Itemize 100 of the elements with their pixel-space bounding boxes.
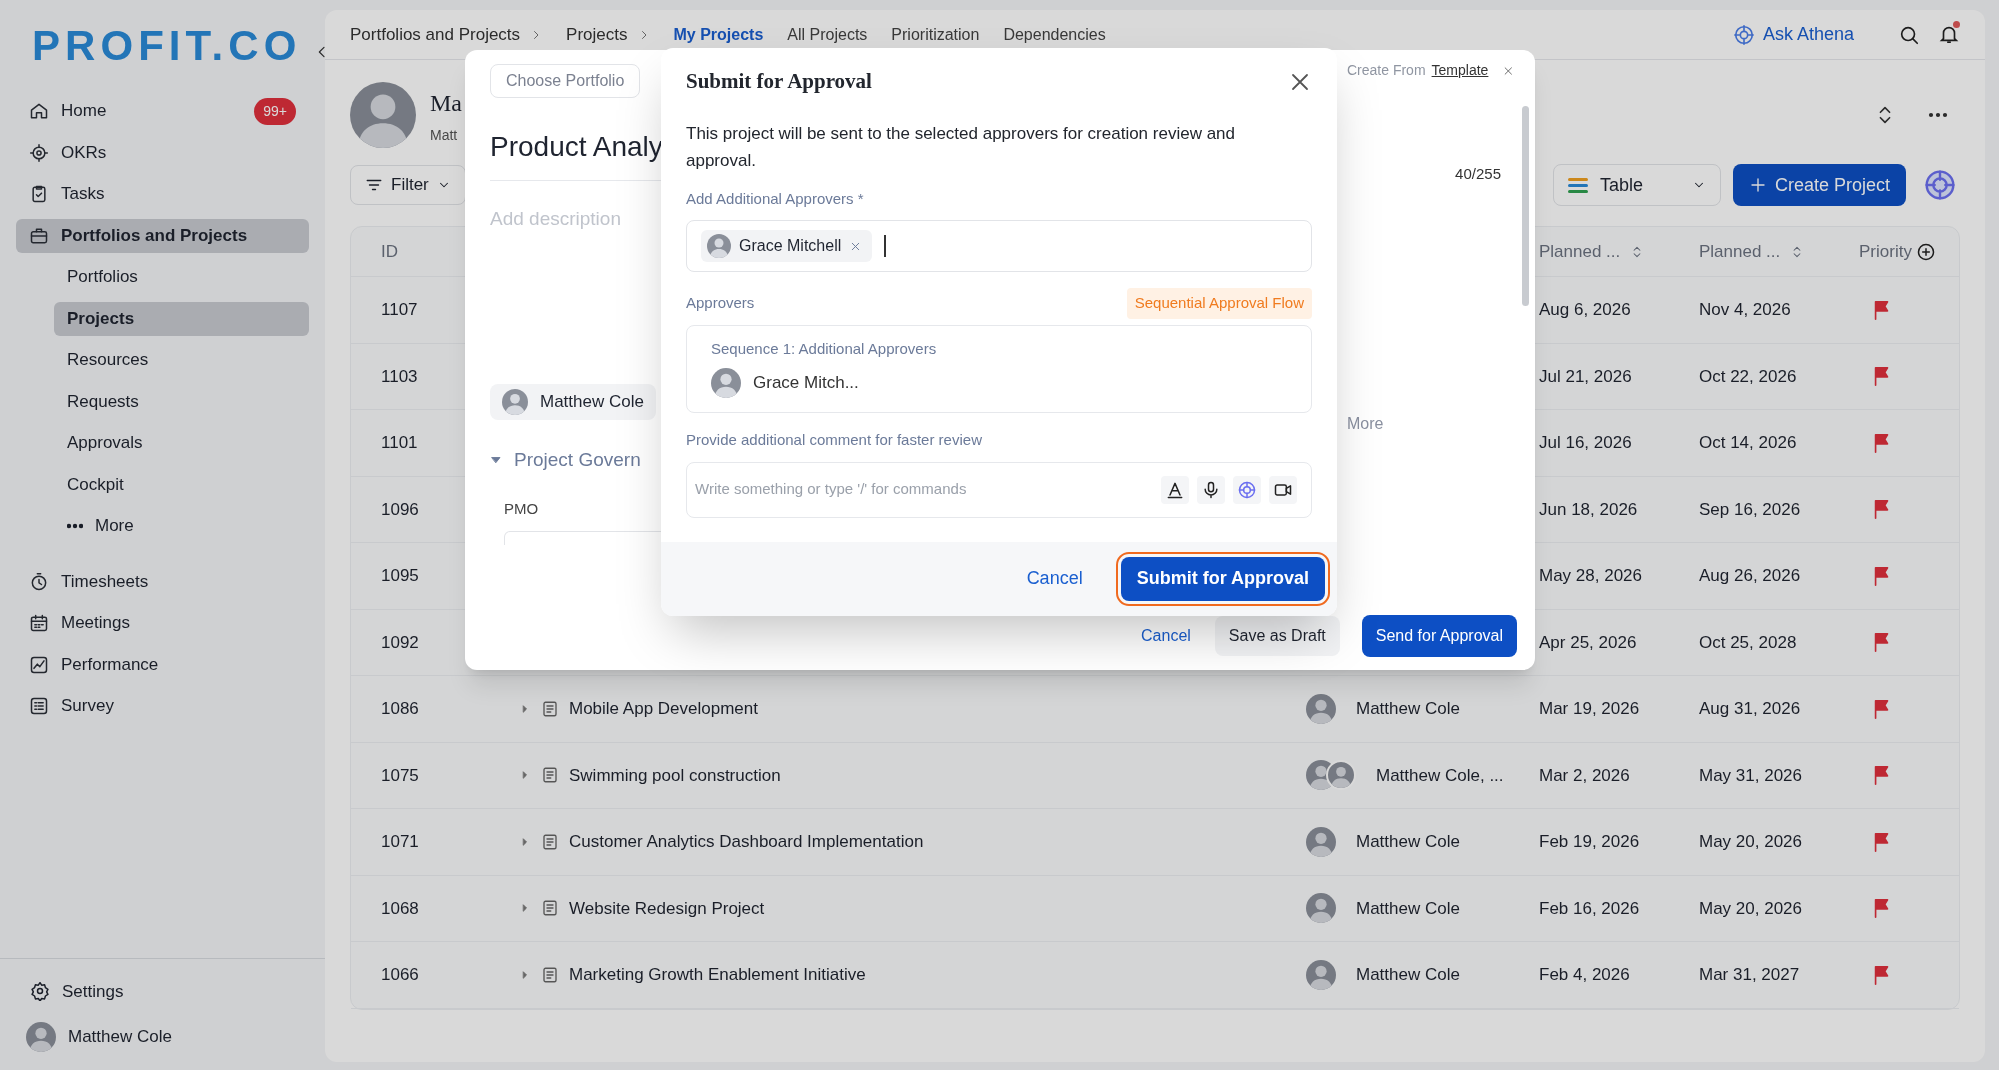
section-header[interactable]: Project Govern bbox=[490, 445, 641, 474]
user-profile[interactable]: Matthew Cole bbox=[26, 1022, 295, 1052]
field-label: Provide additional comment for faster review bbox=[686, 430, 983, 450]
table-cell-text: Aug 26, 2026 bbox=[1699, 565, 1802, 587]
tab[interactable]: Prioritization bbox=[891, 22, 980, 47]
timer-icon bbox=[29, 571, 49, 592]
table-cell-text: Feb 4, 2026 bbox=[1539, 964, 1631, 986]
owner-avatar bbox=[1306, 893, 1336, 924]
table-cell: 1068 bbox=[381, 898, 419, 918]
ask-athena-button[interactable]: Ask Athena bbox=[1732, 21, 1854, 48]
notification-badge: 99+ bbox=[254, 97, 296, 125]
portfolio-dropdown[interactable]: Choose Portfolio bbox=[490, 64, 641, 98]
project-name-link[interactable]: Swimming pool construction bbox=[569, 762, 781, 788]
flow-badge: Sequential Approval Flow bbox=[1126, 288, 1312, 319]
scrollbar[interactable] bbox=[1522, 106, 1529, 306]
column-header[interactable]: Planned ... bbox=[1539, 238, 1621, 265]
project-name-link[interactable]: Website Redesign Project bbox=[569, 895, 765, 921]
video-camera-icon[interactable] bbox=[1269, 475, 1297, 504]
target-icon bbox=[1732, 23, 1755, 46]
template-link[interactable]: Template bbox=[1431, 60, 1489, 81]
table-cell-text: Jul 16, 2026 bbox=[1539, 432, 1633, 454]
avatar bbox=[707, 234, 731, 258]
table-cell: 1101 bbox=[381, 433, 418, 452]
table-cell-text: Matthew Cole bbox=[1356, 964, 1460, 986]
comment-field[interactable]: Write something or type '/' for commands bbox=[695, 478, 1153, 501]
table-cell-text: Jun 18, 2026 bbox=[1539, 498, 1639, 521]
nav-item[interactable]: Tasks bbox=[16, 177, 309, 211]
table-cell: 1096 bbox=[381, 499, 419, 519]
target-icon[interactable] bbox=[1233, 475, 1261, 504]
table-cell-text: Oct 14, 2026 bbox=[1699, 432, 1798, 454]
plus-icon bbox=[1748, 176, 1767, 194]
table-cell-text: Matthew Cole bbox=[1356, 831, 1460, 853]
nav-item[interactable]: More bbox=[54, 509, 309, 543]
cancel-button[interactable]: Cancel bbox=[1133, 624, 1199, 648]
nav-item[interactable]: Portfolios bbox=[54, 260, 309, 294]
owner-chip[interactable]: Matthew Cole bbox=[490, 383, 656, 420]
table-cell-text: Mar 2, 2026 bbox=[1539, 764, 1631, 787]
table-cell: 1071 bbox=[381, 832, 419, 851]
settings-icon bbox=[30, 981, 50, 1002]
text-format-icon[interactable] bbox=[1161, 475, 1189, 504]
save-draft-button[interactable]: Save as Draft bbox=[1214, 616, 1340, 656]
nav-item[interactable]: Approvals bbox=[54, 426, 309, 460]
approver-input-field[interactable]: Grace Mitchell bbox=[686, 220, 1312, 272]
column-header[interactable]: Priority bbox=[1859, 238, 1912, 265]
table-cell-text: Mar 19, 2026 bbox=[1539, 698, 1641, 720]
calendar-icon bbox=[29, 613, 49, 633]
nav-item[interactable]: Home 99+ bbox=[16, 94, 309, 128]
table-cell-text: Oct 25, 2028 bbox=[1699, 631, 1798, 654]
nav-item[interactable]: Requests bbox=[54, 384, 309, 419]
nav-item[interactable]: Meetings bbox=[16, 606, 309, 640]
approver-chip[interactable]: Grace Mitchell bbox=[701, 230, 873, 262]
nav-item[interactable]: Projects bbox=[54, 301, 309, 336]
view-dropdown[interactable]: Table bbox=[1552, 164, 1721, 206]
tab[interactable]: My Projects bbox=[673, 22, 764, 47]
project-name-link[interactable]: Mobile App Development bbox=[569, 696, 758, 722]
list-icon bbox=[29, 696, 49, 716]
nav-item[interactable]: Resources bbox=[54, 343, 309, 377]
target-icon[interactable] bbox=[1924, 169, 1956, 201]
column-header[interactable]: ID bbox=[381, 238, 398, 265]
project-name-link[interactable]: Marketing Growth Enablement Initiative bbox=[569, 962, 866, 988]
table-cell-text: Sep 16, 2026 bbox=[1699, 498, 1802, 521]
table-cell-text: May 31, 2026 bbox=[1699, 764, 1803, 787]
settings-item[interactable]: Settings bbox=[30, 978, 295, 1004]
table-cell: 1075 bbox=[381, 765, 419, 785]
comment-box[interactable]: Write something or type '/' for commands bbox=[686, 461, 1312, 518]
table-cell-text: Apr 25, 2026 bbox=[1539, 631, 1638, 654]
table-cell: 1092 bbox=[381, 632, 419, 652]
owner-avatar bbox=[1306, 693, 1336, 724]
template-label: Create From bbox=[1347, 61, 1426, 80]
sequence-label: Sequence 1: Additional Approvers bbox=[711, 338, 938, 359]
create-project-button[interactable]: Create Project bbox=[1732, 164, 1906, 206]
tab[interactable]: Dependencies bbox=[1003, 22, 1106, 47]
table-cell-text: Aug 31, 2026 bbox=[1699, 698, 1802, 720]
avatar bbox=[26, 1022, 56, 1052]
nav-item[interactable]: Portfolios and Projects bbox=[16, 218, 309, 253]
chart-icon bbox=[29, 654, 49, 675]
description-field[interactable]: Add description bbox=[490, 205, 660, 234]
nav-item[interactable]: Survey bbox=[16, 689, 309, 723]
breadcrumb-link[interactable]: Projects bbox=[566, 21, 628, 48]
table-cell-text: Aug 6, 2026 bbox=[1539, 299, 1632, 321]
nav-item[interactable]: Cockpit bbox=[54, 467, 309, 502]
document-icon bbox=[541, 832, 559, 851]
microphone-icon[interactable] bbox=[1197, 475, 1225, 504]
table-cell-text: May 28, 2026 bbox=[1539, 565, 1643, 587]
breadcrumb-link[interactable]: Portfolios and Projects bbox=[350, 21, 521, 48]
dialog-message: This project will be sent to the selected approvers for creation review and approval. bbox=[686, 122, 1236, 172]
dialog-title: Submit for Approval bbox=[686, 68, 872, 95]
table-cell-text: Matthew Cole bbox=[1356, 897, 1460, 920]
cancel-button[interactable]: Cancel bbox=[1026, 565, 1083, 592]
column-header[interactable]: Planned ... bbox=[1699, 238, 1781, 265]
nav-item[interactable]: Performance bbox=[16, 647, 309, 682]
add-column-icon[interactable] bbox=[1915, 241, 1936, 262]
project-name-link[interactable]: Customer Analytics Dashboard Implementation bbox=[569, 829, 924, 855]
nav-item[interactable]: Timesheets bbox=[16, 564, 309, 599]
send-for-approval-button[interactable]: Send for Approval bbox=[1361, 615, 1517, 657]
document-icon bbox=[541, 965, 559, 984]
table-cell-text: Matthew Cole bbox=[1356, 698, 1460, 720]
approver-name: Grace Mitch... bbox=[753, 372, 859, 395]
tab[interactable]: All Projects bbox=[787, 22, 868, 47]
nav-item[interactable]: OKRs bbox=[16, 135, 309, 170]
